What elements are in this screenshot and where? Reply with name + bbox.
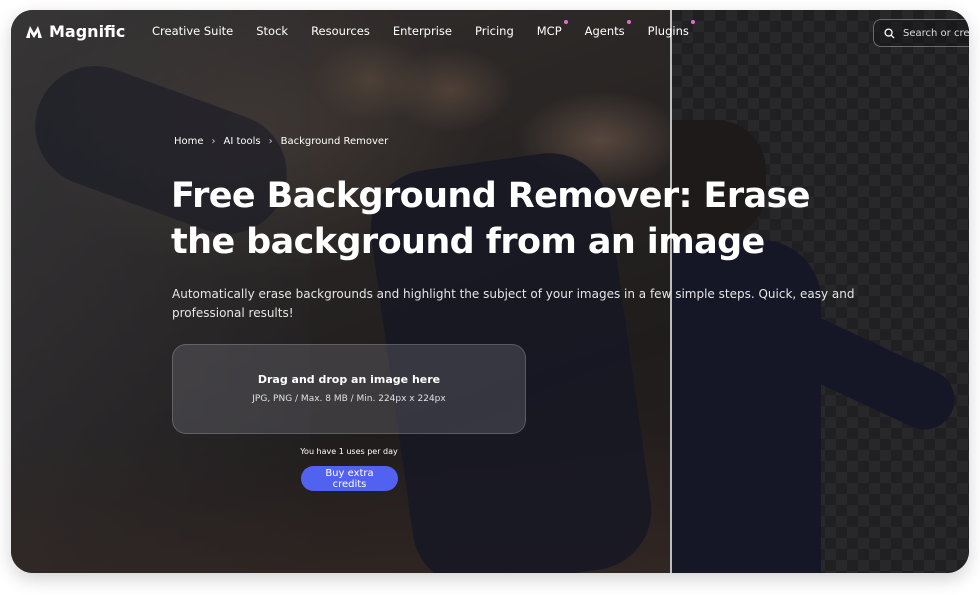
chevron-right-icon: › [268, 136, 273, 147]
brand-name: Magnific [49, 22, 126, 41]
chevron-right-icon: › [211, 136, 216, 147]
brand-logo[interactable]: Magnific [25, 22, 125, 41]
search-icon [884, 27, 895, 39]
nav-item-agents[interactable]: Agents [585, 20, 631, 38]
page-frame: Magnific Creative Suite Stock Resources … [11, 10, 969, 573]
usage-note: You have 1 uses per day [300, 447, 398, 456]
nav-item-pricing[interactable]: Pricing [475, 24, 514, 38]
top-nav: Magnific Creative Suite Stock Resources … [11, 10, 969, 54]
search-box[interactable] [873, 19, 969, 47]
buy-credits-button[interactable]: Buy extra credits [301, 466, 398, 491]
breadcrumb-home[interactable]: Home [174, 136, 204, 147]
page-subtitle: Automatically erase backgrounds and high… [172, 287, 855, 320]
nav-item-enterprise[interactable]: Enterprise [393, 24, 452, 38]
breadcrumb: Home › AI tools › Background Remover [174, 136, 388, 147]
nav-menu: Creative Suite Stock Resources Enterpris… [152, 20, 712, 38]
nav-item-stock[interactable]: Stock [256, 24, 288, 38]
nav-item-plugins[interactable]: Plugins [648, 20, 695, 38]
magnific-logo-icon [26, 25, 42, 38]
breadcrumb-ai-tools[interactable]: AI tools [224, 136, 261, 147]
new-indicator-dot [563, 20, 568, 24]
image-dropzone[interactable]: Drag and drop an image here JPG, PNG / M… [172, 344, 526, 434]
new-indicator-dot [690, 20, 695, 24]
dropzone-title: Drag and drop an image here [257, 373, 441, 386]
search-input[interactable] [901, 26, 969, 40]
nav-item-mcp[interactable]: MCP [537, 20, 568, 38]
nav-item-resources[interactable]: Resources [311, 24, 370, 38]
new-indicator-dot [626, 20, 631, 24]
dropzone-hint: JPG, PNG / Max. 8 MB / Min. 224px x 224p… [252, 394, 446, 404]
nav-item-creative-suite[interactable]: Creative Suite [152, 24, 233, 38]
page-title: Free Background Remover: Erase the backg… [171, 176, 811, 262]
breadcrumb-current: Background Remover [280, 136, 389, 147]
